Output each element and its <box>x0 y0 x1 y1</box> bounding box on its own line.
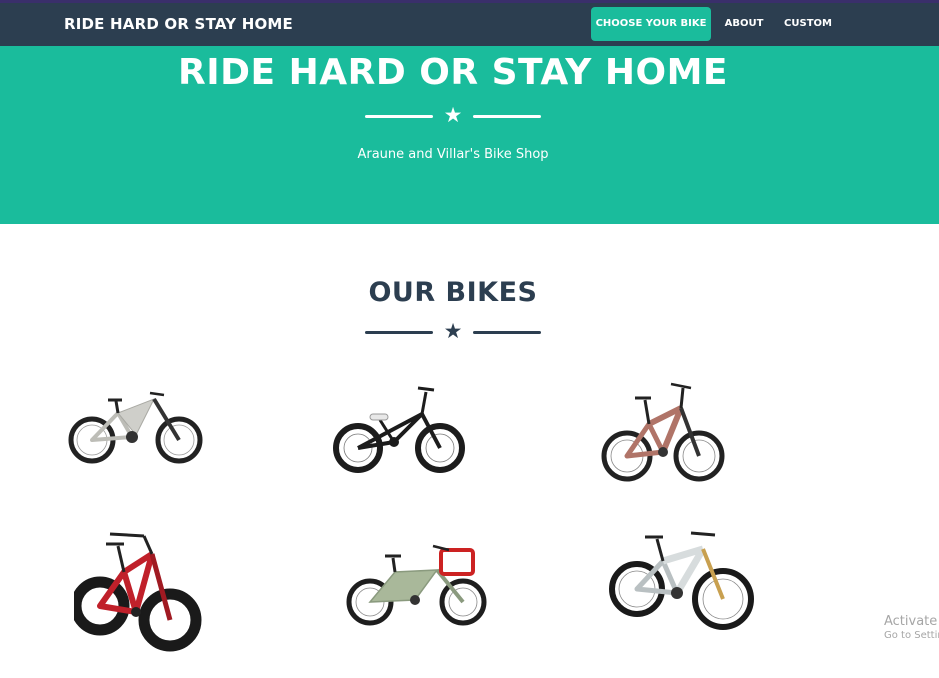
bike-image <box>609 531 754 630</box>
bike-card-cargo-ebike[interactable] <box>345 540 490 630</box>
divider-line-left <box>365 331 433 334</box>
nav-choose-your-bike[interactable]: CHOOSE YOUR BIKE <box>591 7 711 41</box>
masthead-subtitle: Araune and Villar's Bike Shop <box>357 147 549 162</box>
nav-custom[interactable]: CUSTOM <box>778 7 838 41</box>
watermark-line-2: Go to Settin <box>884 630 939 641</box>
bike-card-fat-bike[interactable] <box>74 528 204 658</box>
brand-link[interactable]: RIDE HARD OR STAY HOME <box>64 15 293 33</box>
star-icon: ★ <box>443 319 463 343</box>
bike-image <box>333 386 465 473</box>
masthead-title: RIDE HARD OR STAY HOME <box>178 52 728 93</box>
navbar: RIDE HARD OR STAY HOME CHOOSE YOUR BIKE … <box>0 3 939 46</box>
star-icon: ★ <box>443 103 463 127</box>
bike-image <box>601 382 725 482</box>
bike-card-trail-mtb[interactable] <box>605 527 755 632</box>
divider-line-right <box>473 331 541 334</box>
watermark-line-1: Activate V <box>884 614 939 629</box>
divider-line-right <box>473 115 541 118</box>
bike-image <box>74 532 202 652</box>
divider-line-left <box>365 115 433 118</box>
bike-card-electric-mtb[interactable] <box>66 385 206 470</box>
nav-about[interactable]: ABOUT <box>718 7 770 41</box>
masthead: RIDE HARD OR STAY HOME ★ Araune and Vill… <box>0 46 939 224</box>
bike-card-bmx[interactable] <box>330 380 470 475</box>
bikes-divider: ★ <box>365 319 541 343</box>
windows-activation-watermark: Activate V Go to Settin <box>884 614 939 641</box>
bikes-section-title: OUR BIKES <box>368 277 538 308</box>
masthead-divider: ★ <box>365 103 541 127</box>
bike-card-enduro-mtb[interactable] <box>599 378 729 488</box>
bike-image <box>346 544 487 626</box>
bike-image <box>68 391 203 464</box>
